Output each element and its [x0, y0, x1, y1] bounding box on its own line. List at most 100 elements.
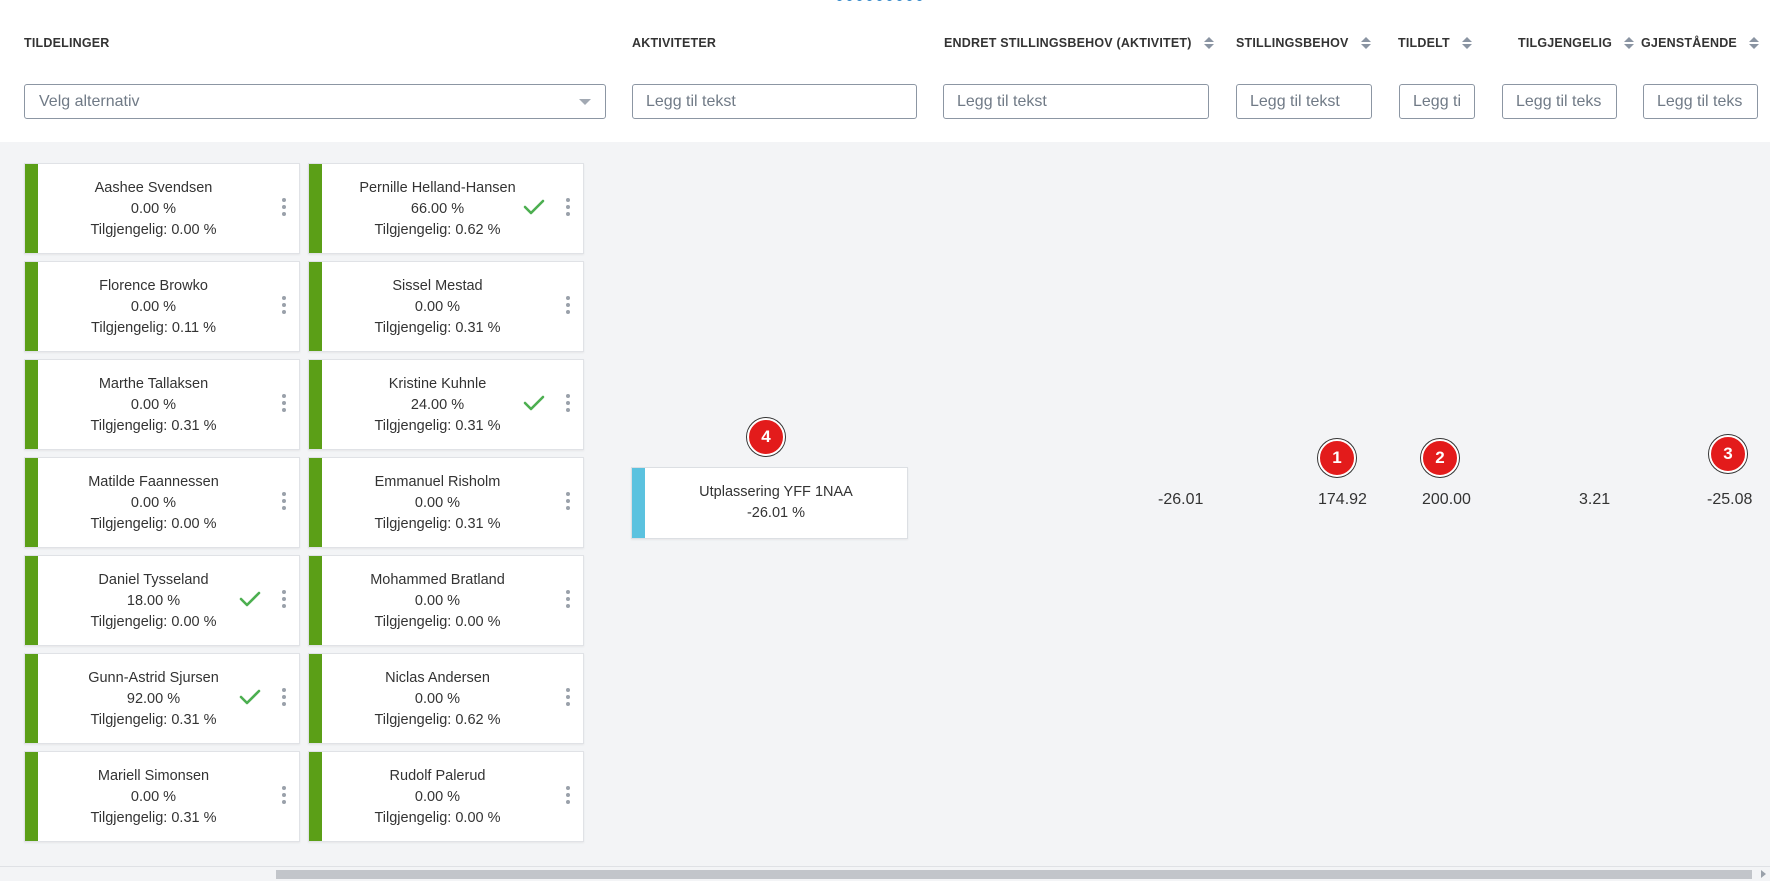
header-endret-stillingsbehov[interactable]: ENDRET STILLINGSBEHOV (AKTIVITET) — [944, 36, 1214, 50]
header-tildelt[interactable]: TILDELT — [1398, 36, 1472, 50]
tildelt-filter-input[interactable] — [1400, 85, 1474, 118]
person-percent: 0.00 % — [130, 495, 177, 511]
sort-icon[interactable] — [1203, 37, 1214, 49]
scroll-right-arrow-icon[interactable] — [1761, 870, 1766, 878]
person-name: Marthe Tallaksen — [98, 376, 209, 392]
loading-indicator — [836, 0, 923, 1]
status-bar — [25, 752, 38, 841]
more-options-icon[interactable] — [566, 394, 570, 412]
person-name: Daniel Tysseland — [98, 572, 209, 588]
person-card[interactable]: Matilde Faannessen 0.00 % Tilgjengelig: … — [24, 457, 300, 548]
aktiviteter-filter-input[interactable] — [633, 85, 916, 118]
sort-icon[interactable] — [1624, 37, 1635, 49]
endret-filter-field[interactable] — [943, 84, 1209, 119]
more-options-icon[interactable] — [566, 786, 570, 804]
more-options-icon[interactable] — [566, 492, 570, 510]
person-name: Rudolf Palerud — [389, 768, 486, 784]
person-card[interactable]: Niclas Andersen 0.00 % Tilgjengelig: 0.6… — [308, 653, 584, 744]
status-bar — [25, 458, 38, 547]
person-available: Tilgjengelig: 0.00 % — [90, 614, 217, 630]
person-available: Tilgjengelig: 0.62 % — [374, 712, 501, 728]
sort-icon[interactable] — [1360, 37, 1371, 49]
activity-percent: -26.01 % — [746, 505, 806, 521]
gjenstaende-filter-field[interactable] — [1643, 84, 1758, 119]
gjenstaende-filter-input[interactable] — [1644, 85, 1757, 118]
person-percent: 0.00 % — [414, 299, 461, 315]
status-bar — [309, 164, 322, 253]
header-tilgjengelig[interactable]: TILGJENGELIG — [1518, 36, 1635, 50]
stillingsbehov-value: 174.92 — [1318, 491, 1367, 508]
person-name: Gunn-Astrid Sjursen — [88, 670, 219, 686]
checkmark-icon — [523, 199, 545, 215]
chevron-down-icon — [579, 98, 591, 105]
person-card[interactable]: Gunn-Astrid Sjursen 92.00 % Tilgjengelig… — [24, 653, 300, 744]
sort-icon[interactable] — [1748, 37, 1759, 49]
stillingsbehov-filter-field[interactable] — [1236, 84, 1372, 119]
more-options-icon[interactable] — [282, 198, 286, 216]
more-options-icon[interactable] — [566, 688, 570, 706]
person-available: Tilgjengelig: 0.00 % — [90, 222, 217, 238]
more-options-icon[interactable] — [282, 590, 286, 608]
status-bar — [25, 164, 38, 253]
checkmark-icon — [239, 591, 261, 607]
tildelt-filter-field[interactable] — [1399, 84, 1475, 119]
aktiviteter-filter-field[interactable] — [632, 84, 917, 119]
annotation-marker-4: 4 — [747, 418, 785, 456]
more-options-icon[interactable] — [282, 296, 286, 314]
more-options-icon[interactable] — [282, 492, 286, 510]
person-available: Tilgjengelig: 0.31 % — [90, 418, 217, 434]
person-card[interactable]: Sissel Mestad 0.00 % Tilgjengelig: 0.31 … — [308, 261, 584, 352]
annotation-marker-3: 3 — [1709, 435, 1747, 473]
tilgjengelig-value: 3.21 — [1579, 491, 1611, 508]
person-percent: 92.00 % — [126, 691, 181, 707]
person-name: Sissel Mestad — [392, 278, 483, 294]
endret-stillingsbehov-value: -26.01 — [1158, 491, 1204, 508]
person-name: Matilde Faannessen — [88, 474, 219, 490]
person-percent: 18.00 % — [126, 593, 181, 609]
person-percent: 0.00 % — [130, 299, 177, 315]
tildelinger-select[interactable]: Velg alternativ — [24, 84, 606, 119]
person-card[interactable]: Florence Browko 0.00 % Tilgjengelig: 0.1… — [24, 261, 300, 352]
person-available: Tilgjengelig: 0.31 % — [374, 320, 501, 336]
header-gjenstaende[interactable]: GJENSTÅENDE — [1641, 36, 1759, 50]
tilgjengelig-filter-input[interactable] — [1503, 85, 1616, 118]
annotation-marker-2: 2 — [1421, 439, 1459, 477]
status-bar — [309, 262, 322, 351]
stillingsbehov-filter-input[interactable] — [1237, 85, 1371, 118]
sort-icon[interactable] — [1461, 37, 1472, 49]
more-options-icon[interactable] — [566, 198, 570, 216]
checkmark-icon — [523, 395, 545, 411]
status-bar — [25, 556, 38, 645]
status-bar — [309, 556, 322, 645]
person-card[interactable]: Daniel Tysseland 18.00 % Tilgjengelig: 0… — [24, 555, 300, 646]
person-card[interactable]: Emmanuel Risholm 0.00 % Tilgjengelig: 0.… — [308, 457, 584, 548]
person-card[interactable]: Pernille Helland-Hansen 66.00 % Tilgjeng… — [308, 163, 584, 254]
checkmark-icon — [239, 689, 261, 705]
person-card[interactable]: Rudolf Palerud 0.00 % Tilgjengelig: 0.00… — [308, 751, 584, 842]
more-options-icon[interactable] — [566, 296, 570, 314]
more-options-icon[interactable] — [282, 688, 286, 706]
person-name: Kristine Kuhnle — [388, 376, 487, 392]
scrollbar-thumb[interactable] — [276, 870, 1752, 879]
gjenstaende-value: -25.08 — [1707, 491, 1753, 508]
person-card[interactable]: Mariell Simonsen 0.00 % Tilgjengelig: 0.… — [24, 751, 300, 842]
more-options-icon[interactable] — [282, 786, 286, 804]
person-card[interactable]: Kristine Kuhnle 24.00 % Tilgjengelig: 0.… — [308, 359, 584, 450]
person-name: Aashee Svendsen — [94, 180, 213, 196]
person-percent: 66.00 % — [410, 201, 465, 217]
person-name: Niclas Andersen — [385, 670, 490, 686]
header-stillingsbehov[interactable]: STILLINGSBEHOV — [1236, 36, 1371, 50]
person-name: Emmanuel Risholm — [374, 474, 501, 490]
more-options-icon[interactable] — [282, 394, 286, 412]
person-card[interactable]: Mohammed Bratland 0.00 % Tilgjengelig: 0… — [308, 555, 584, 646]
person-card[interactable]: Marthe Tallaksen 0.00 % Tilgjengelig: 0.… — [24, 359, 300, 450]
horizontal-scrollbar[interactable] — [0, 866, 1770, 881]
activity-card[interactable]: Utplassering YFF 1NAA -26.01 % — [631, 467, 908, 539]
person-card[interactable]: Aashee Svendsen 0.00 % Tilgjengelig: 0.0… — [24, 163, 300, 254]
more-options-icon[interactable] — [566, 590, 570, 608]
endret-filter-input[interactable] — [944, 85, 1208, 118]
annotation-marker-1: 1 — [1318, 439, 1356, 477]
person-percent: 0.00 % — [130, 201, 177, 217]
tilgjengelig-filter-field[interactable] — [1502, 84, 1617, 119]
tildelt-value: 200.00 — [1422, 491, 1471, 508]
